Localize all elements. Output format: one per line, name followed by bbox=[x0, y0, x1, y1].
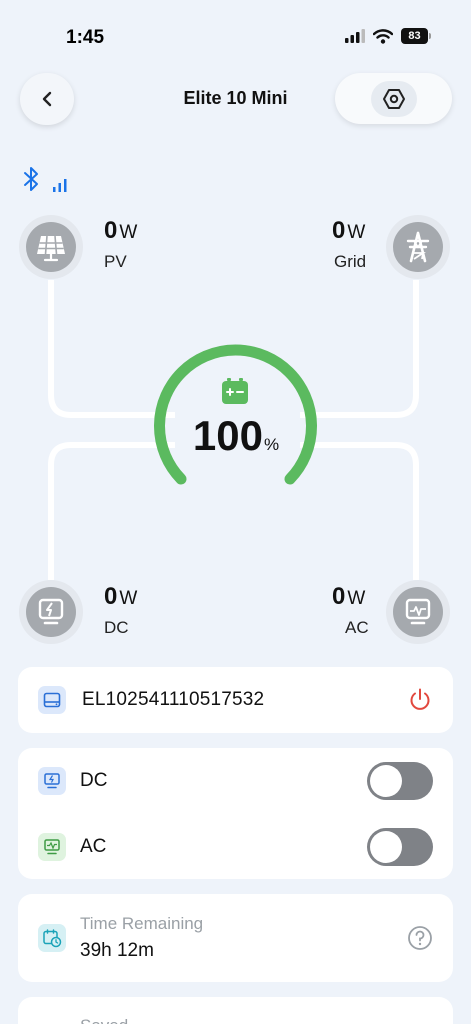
time-remaining-card: Time Remaining 39h 12m bbox=[18, 894, 453, 982]
energy-flow-diagram bbox=[48, 280, 419, 580]
help-icon[interactable] bbox=[407, 925, 433, 951]
time-remaining-label: Time Remaining bbox=[80, 914, 204, 933]
flow-line-pv bbox=[48, 280, 175, 418]
battery-charge-icon bbox=[222, 378, 248, 404]
dc-output-icon bbox=[38, 598, 64, 625]
grid-power: 0W bbox=[332, 217, 365, 245]
flow-line-ac bbox=[300, 442, 419, 580]
solar-panel-icon bbox=[37, 235, 65, 262]
dc-row-icon bbox=[38, 767, 66, 795]
dc-output-toggle[interactable] bbox=[367, 762, 433, 800]
device-card[interactable]: EL102541110517532 bbox=[18, 667, 453, 733]
ac-power-value: 0 bbox=[332, 583, 346, 610]
timer-icon bbox=[38, 924, 66, 952]
pv-label: PV bbox=[104, 252, 127, 271]
dc-power: 0W bbox=[104, 583, 137, 611]
ac-output-row: AC bbox=[38, 828, 433, 866]
dc-node[interactable] bbox=[19, 580, 83, 644]
battery-soc: 100% bbox=[186, 412, 286, 460]
battery-soc-unit: % bbox=[263, 435, 280, 454]
device-icon bbox=[38, 686, 66, 714]
dc-label: DC bbox=[104, 618, 129, 637]
dc-output-row: DC bbox=[38, 762, 433, 800]
power-button[interactable] bbox=[407, 687, 433, 713]
saved-label: Saved bbox=[80, 1016, 128, 1024]
grid-label: Grid bbox=[334, 252, 367, 271]
ac-node[interactable] bbox=[386, 580, 450, 644]
ac-row-icon bbox=[38, 833, 66, 861]
pv-power: 0W bbox=[104, 217, 137, 245]
grid-power-unit: W bbox=[347, 222, 366, 243]
grid-node[interactable] bbox=[386, 215, 450, 279]
battery-soc-value: 100 bbox=[192, 412, 263, 459]
flow-line-grid bbox=[300, 280, 419, 418]
outputs-card: DC AC bbox=[18, 748, 453, 879]
pv-power-value: 0 bbox=[104, 217, 118, 244]
ac-power: 0W bbox=[332, 583, 365, 611]
ac-label: AC bbox=[345, 618, 369, 637]
dc-power-value: 0 bbox=[104, 583, 118, 610]
device-serial: EL102541110517532 bbox=[82, 689, 265, 710]
time-remaining-value: 39h 12m bbox=[80, 940, 154, 961]
ac-output-toggle[interactable] bbox=[367, 828, 433, 866]
dc-power-unit: W bbox=[119, 588, 138, 609]
flow-line-dc bbox=[48, 442, 175, 580]
ac-output-icon bbox=[405, 598, 431, 625]
grid-power-value: 0 bbox=[332, 217, 346, 244]
power-tower-icon bbox=[406, 231, 430, 263]
pv-node[interactable] bbox=[19, 215, 83, 279]
pv-power-unit: W bbox=[119, 222, 138, 243]
dc-output-label: DC bbox=[80, 770, 108, 791]
ac-output-label: AC bbox=[80, 836, 107, 857]
saved-card: Saved bbox=[18, 997, 453, 1024]
ac-power-unit: W bbox=[347, 588, 366, 609]
